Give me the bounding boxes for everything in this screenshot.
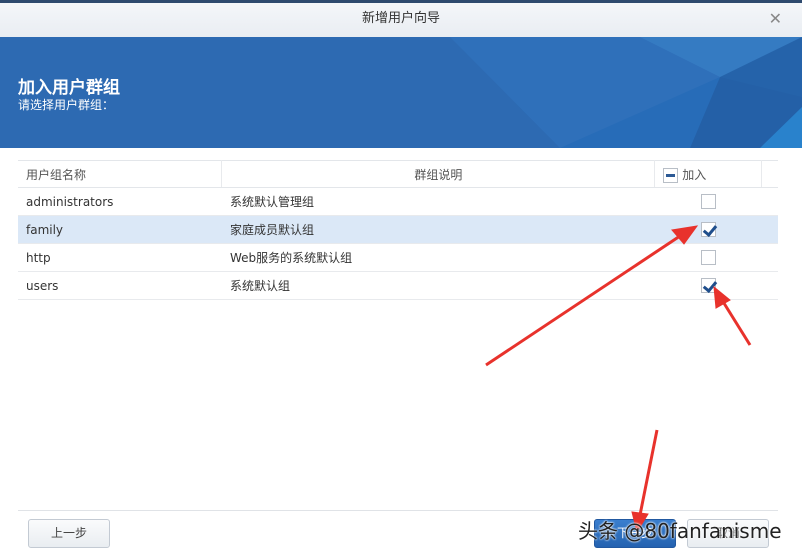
- wizard-banner: 加入用户群组 请选择用户群组：: [0, 37, 802, 148]
- select-all-checkbox[interactable]: [663, 167, 679, 183]
- banner-subtitle: 请选择用户群组：: [18, 98, 115, 112]
- col-header-name[interactable]: 用户组名称: [18, 160, 223, 188]
- close-icon[interactable]: ✕: [769, 3, 782, 35]
- join-checkbox[interactable]: [700, 194, 716, 209]
- table-row[interactable]: family 家庭成员默认组: [18, 215, 778, 244]
- banner-pattern: [450, 37, 802, 148]
- group-desc: Web服务的系统默认组: [221, 243, 655, 272]
- join-checkbox[interactable]: [700, 250, 716, 265]
- col-header-desc[interactable]: 群组说明: [221, 160, 656, 188]
- join-checkbox[interactable]: [700, 278, 716, 293]
- group-table: 用户组名称 群组说明 加入 administrators 系统默认管理组 famil…: [18, 160, 778, 300]
- group-name: administrators: [18, 187, 222, 216]
- join-checkbox[interactable]: [700, 222, 716, 237]
- table-row[interactable]: administrators 系统默认管理组: [18, 187, 778, 216]
- arrow-to-users: [720, 299, 752, 346]
- banner-title: 加入用户群组: [18, 78, 120, 98]
- table-row[interactable]: http Web服务的系统默认组: [18, 243, 778, 272]
- group-name: family: [18, 215, 222, 244]
- group-name: users: [18, 271, 222, 300]
- group-desc: 家庭成员默认组: [221, 215, 655, 244]
- window-title: 新增用户向导: [361, 11, 440, 26]
- back-button[interactable]: 上一步: [28, 519, 110, 548]
- footer-divider: [18, 510, 778, 511]
- arrow-to-next: [638, 429, 659, 516]
- watermark: 头条 @80fanfanisme: [578, 519, 782, 543]
- group-name: http: [18, 243, 222, 272]
- table-row[interactable]: users 系统默认组: [18, 271, 778, 300]
- join-label: 加入: [682, 167, 707, 182]
- group-desc: 系统默认组: [221, 271, 655, 300]
- col-header-join[interactable]: 加入: [654, 160, 762, 188]
- group-desc: 系统默认管理组: [221, 187, 655, 216]
- title-bar: 新增用户向导 ✕: [0, 3, 802, 37]
